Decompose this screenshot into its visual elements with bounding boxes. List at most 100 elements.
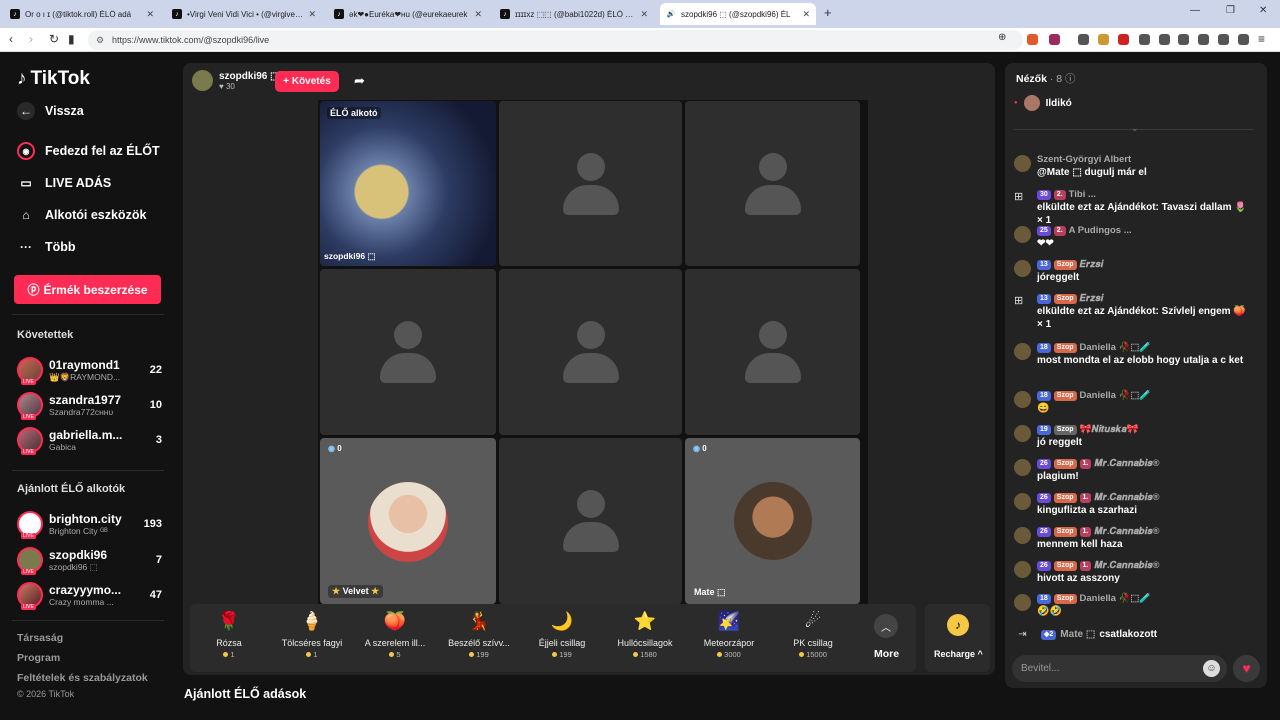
url-input[interactable]: ⚙ https://www.tiktok.com/@szopdki96/live xyxy=(88,30,1023,50)
browser-tab[interactable]: ♪ •Virgi Veni Vidi Vici • (@virgivenividi… xyxy=(166,3,322,25)
footer-link-terms[interactable]: Feltételek és szabályzatok xyxy=(17,672,148,684)
avatar[interactable] xyxy=(1014,594,1031,611)
sidebar-item-more[interactable]: ··· Több xyxy=(17,236,76,258)
rewards-icon[interactable] xyxy=(1049,34,1060,45)
more-gifts-button[interactable]: ︿ xyxy=(874,614,898,638)
new-tab-icon[interactable]: + xyxy=(824,5,832,20)
chat-username[interactable]: 𝑬𝒓𝒛𝒔𝒊 xyxy=(1080,292,1104,305)
avatar[interactable] xyxy=(1014,561,1031,578)
chat-input[interactable]: Bevitel... xyxy=(1012,655,1227,682)
followed-user[interactable]: LIVE gabriella.m... Gabica 3 xyxy=(17,425,162,455)
more-label[interactable]: More xyxy=(874,648,899,660)
browser-tab[interactable]: ♪ ǝk❤︎●Euréka❤︎ʜu (@eurekaeurek ✕ xyxy=(328,3,488,25)
suggested-user[interactable]: LIVE szopdki96 szopdki96 ⬚ 7 xyxy=(17,545,162,575)
tiktok-logo[interactable]: ♪ TikTok xyxy=(17,68,90,90)
maximize-icon[interactable]: ❐ xyxy=(1226,5,1235,16)
extensions-puzzle-icon[interactable] xyxy=(1218,34,1229,45)
gift-item[interactable]: 💃 Beszélő szívv... 199 xyxy=(441,608,517,659)
chat-username[interactable]: 🎀𝑵𝒊𝒕𝒖𝒔𝒌𝒂🎀 xyxy=(1080,423,1139,436)
suggested-user[interactable]: LIVE crazyyymo... Crazy momma ... 47 xyxy=(17,580,162,610)
empty-guest-slot[interactable] xyxy=(499,101,682,266)
avatar[interactable] xyxy=(1014,425,1031,442)
sidebar-item-live-studio[interactable]: ▭ LIVE ADÁS xyxy=(17,172,111,194)
browser-tab[interactable]: ♪ ɪɪɪɪxz ⬚⬚ (@babi1022d) ÉLŐ adásba ✕ xyxy=(494,3,654,25)
chat-username[interactable]: 𝑴𝒓.𝑪𝒂𝒏𝒏𝒂𝒃𝒊𝒔® xyxy=(1094,491,1159,504)
chat-username[interactable]: Szent-Györgyi Albert xyxy=(1037,153,1131,166)
host-video-tile[interactable]: ÉLŐ alkotó szopdki96 ⬚ xyxy=(320,101,496,266)
guest-tile[interactable]: ◉ 0 Mate ⬚ xyxy=(685,438,860,604)
browser-tab-active[interactable]: 🔊 szopdki96 ⬚ (@szopdki96) ÉL ✕ xyxy=(660,3,816,25)
guest-tile[interactable]: ◉ 0 ★ Velvet ★ xyxy=(320,438,496,604)
avatar[interactable] xyxy=(1014,226,1031,243)
sidebar-item-creator-tools[interactable]: ⌂ Alkotói eszközök xyxy=(17,204,146,226)
sidebar-toggle-icon[interactable] xyxy=(1178,34,1189,45)
empty-guest-slot[interactable] xyxy=(320,269,496,435)
get-coins-button[interactable]: ⓟ Érmék beszerzése xyxy=(14,275,161,304)
chat-username[interactable]: 𝑴𝒓.𝑪𝒂𝒏𝒏𝒂𝒃𝒊𝒔® xyxy=(1094,559,1159,572)
chat-username[interactable]: Tibi ... xyxy=(1069,188,1096,201)
top-viewer[interactable]: ● Ildikó xyxy=(1014,95,1072,111)
close-tab-icon[interactable]: ✕ xyxy=(640,9,648,20)
chat-username[interactable]: A Pudingos ... xyxy=(1069,224,1132,237)
forward-arrow-icon[interactable]: › xyxy=(29,32,33,46)
close-window-icon[interactable]: ✕ xyxy=(1259,5,1267,16)
zoom-icon[interactable]: ⊕ xyxy=(998,32,1006,43)
avatar[interactable] xyxy=(1014,527,1031,544)
host-name[interactable]: szopdki96 ⬚ xyxy=(219,71,280,82)
share-icon[interactable]: ➦ xyxy=(354,73,365,89)
back-arrow-icon[interactable]: ‹ xyxy=(9,32,13,46)
extension-icon[interactable] xyxy=(1198,34,1209,45)
extension-icon[interactable] xyxy=(1139,34,1150,45)
like-heart-button[interactable]: ♥ xyxy=(1233,655,1260,682)
gift-item[interactable]: 🌠 Meteorzápor 3000 xyxy=(691,608,767,659)
avatar[interactable] xyxy=(1014,155,1031,172)
gift-item[interactable]: 🌹 Rózsa 1 xyxy=(191,608,267,659)
extension-icon[interactable] xyxy=(1159,34,1170,45)
brave-shield-icon[interactable] xyxy=(1027,34,1038,45)
gift-icon[interactable]: ⊞ xyxy=(1014,294,1031,311)
suggested-user[interactable]: LIVE brighton.city Brighton City ᴳᴮ 193 xyxy=(17,509,162,539)
menu-icon[interactable]: ≡ xyxy=(1258,32,1265,46)
close-tab-icon[interactable]: ✕ xyxy=(802,9,810,20)
chat-username[interactable]: 𝑴𝒓.𝑪𝒂𝒏𝒏𝒂𝒃𝒊𝒔® xyxy=(1094,457,1159,470)
chat-username[interactable]: Daniella 🥀⬚🧪 xyxy=(1080,389,1152,402)
extension-icon[interactable] xyxy=(1118,34,1129,45)
back-link[interactable]: ← Vissza xyxy=(17,100,84,122)
avatar[interactable] xyxy=(1014,391,1031,408)
empty-guest-slot[interactable] xyxy=(499,438,682,604)
vpn-icon[interactable] xyxy=(1238,34,1249,45)
avatar[interactable] xyxy=(1014,260,1031,277)
emoji-icon[interactable]: ☺ xyxy=(1203,660,1220,677)
followed-user[interactable]: LIVE szandra1977 Szandra772ᴄʜʜᴜ 10 xyxy=(17,390,162,420)
gift-item[interactable]: 🍦 Tölcséres fagyi 1 xyxy=(274,608,350,659)
empty-guest-slot[interactable] xyxy=(685,269,860,435)
avatar[interactable] xyxy=(1014,493,1031,510)
extension-icon[interactable] xyxy=(1098,34,1109,45)
site-settings-icon[interactable]: ⚙ xyxy=(96,30,104,50)
gift-item[interactable]: 🌙 Éjjeli csillag 199 xyxy=(524,608,600,659)
close-tab-icon[interactable]: ✕ xyxy=(308,9,316,20)
chat-username[interactable]: Daniella 🥀⬚🧪 xyxy=(1080,592,1152,605)
bookmark-icon[interactable]: ▮ xyxy=(68,32,75,46)
browser-tab[interactable]: ♪ Or o ı ɪ (@tiktok.roll) ÉLŐ adá ✕ xyxy=(4,3,160,25)
close-tab-icon[interactable]: ✕ xyxy=(474,9,482,20)
recharge-label[interactable]: Recharge ^ xyxy=(934,649,983,659)
footer-link-company[interactable]: Társaság xyxy=(17,632,63,644)
follow-button[interactable]: + Követés xyxy=(275,71,339,92)
gift-item[interactable]: ☄ PK csillag 15000 xyxy=(775,608,851,659)
host-avatar[interactable] xyxy=(192,70,213,91)
extension-icon[interactable] xyxy=(1078,34,1089,45)
chat-username[interactable]: 𝑬𝒓𝒛𝒔𝒊 xyxy=(1080,258,1104,271)
footer-link-program[interactable]: Program xyxy=(17,652,60,664)
empty-guest-slot[interactable] xyxy=(499,269,682,435)
chat-username[interactable]: 𝑴𝒓.𝑪𝒂𝒏𝒏𝒂𝒃𝒊𝒔® xyxy=(1094,525,1159,538)
user-name[interactable]: Mate ⬚ xyxy=(1060,629,1095,640)
gift-item[interactable]: 🍑 A szerelem ill... 5 xyxy=(357,608,433,659)
viewers-header[interactable]: Nézők · 8 ⓘ xyxy=(1016,71,1076,86)
chat-username[interactable]: Daniella 🥀⬚🧪 xyxy=(1080,341,1152,354)
gift-icon[interactable]: ⊞ xyxy=(1014,190,1031,207)
empty-guest-slot[interactable] xyxy=(685,101,860,266)
avatar[interactable] xyxy=(1014,459,1031,476)
chevron-down-icon[interactable]: ⌄ xyxy=(1131,123,1139,134)
gift-item[interactable]: ⭐ Hullócsillagok 1580 xyxy=(607,608,683,659)
